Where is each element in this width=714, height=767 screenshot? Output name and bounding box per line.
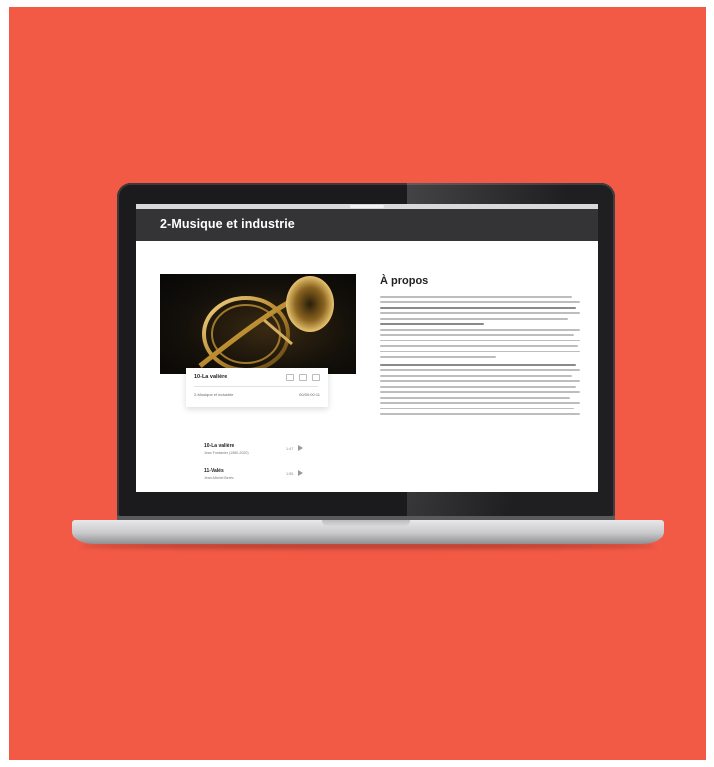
play-icon[interactable] [298,470,303,476]
page-title: 2-Musique et industrie [160,217,295,231]
hero-banner: 2-Musique et industrie [136,209,598,241]
playlist-item[interactable]: 10-La valière Jean Fontanier (1980-2020)… [204,443,324,461]
about-paragraph-1 [380,296,580,362]
address-bar[interactable] [350,205,384,208]
playlist-item-artist: Jean Fontanier (1980-2020) [204,451,249,455]
playlist-item-title: 11-Valés [204,468,224,474]
card-controls [286,374,320,381]
play-icon[interactable] [298,445,303,451]
horn-image [160,274,356,374]
about-heading: À propos [380,275,429,287]
track-title: 10-La valière [194,374,228,380]
playlist-item-duration: 1:47 [286,447,294,451]
playlist-item[interactable]: 11-Valés Jean-Michel Beréc 1:55 [204,468,324,486]
playlist-item-duration: 1:55 [286,472,294,476]
about-paragraph-2 [380,364,580,419]
laptop-screen: 2-Musique et industrie 10-La valière 2-M… [136,204,598,492]
progress-track[interactable] [194,386,318,387]
share-icon[interactable] [299,374,307,381]
now-playing-card[interactable]: 10-La valière 2-Musique et industrie 00/… [186,368,328,407]
expand-icon[interactable] [286,374,294,381]
playlist-item-title: 10-La valière [204,443,235,449]
laptop-notch [322,520,410,526]
horn-illustration [198,276,334,372]
playlist-item-artist: Jean-Michel Beréc [204,476,234,480]
track-album: 2-Musique et industrie [194,392,234,397]
menu-icon[interactable] [312,374,320,381]
track-time: 00/00:00:11 [299,392,320,397]
